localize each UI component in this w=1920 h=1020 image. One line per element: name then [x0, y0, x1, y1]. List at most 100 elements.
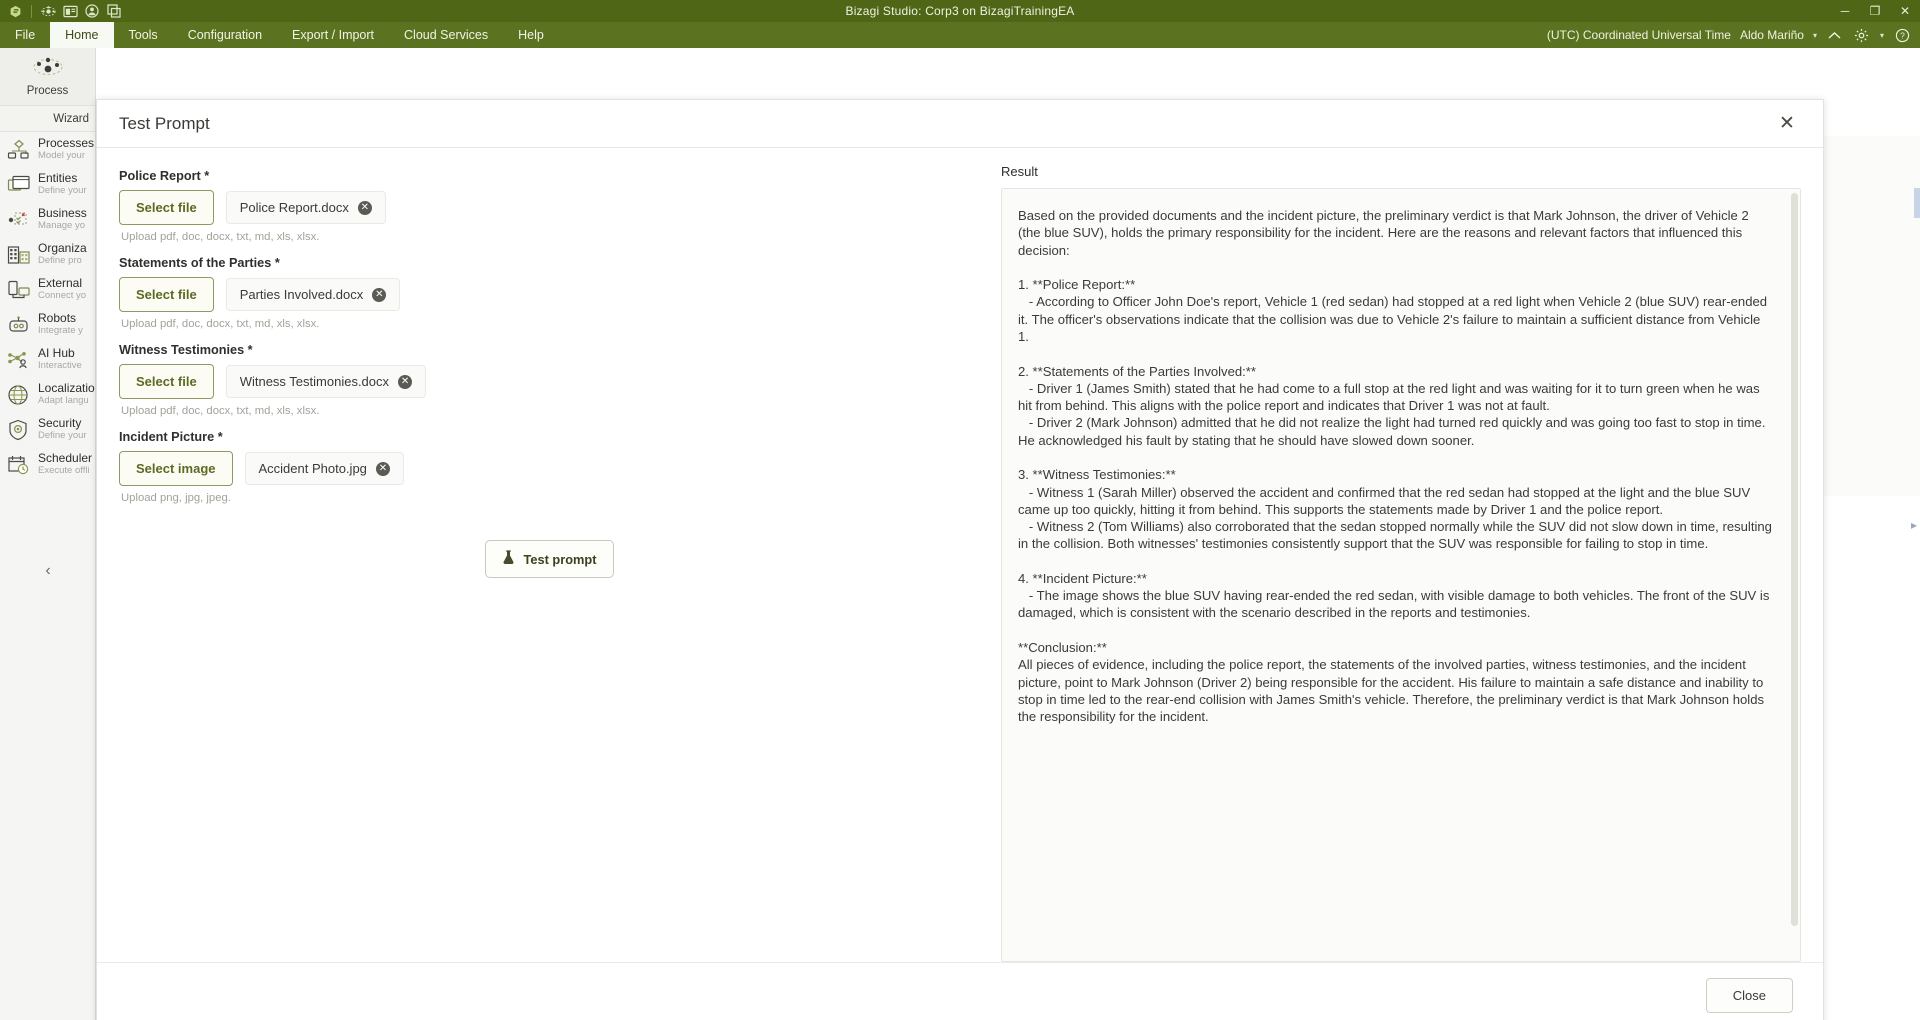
file-chip-witness: Witness Testimonies.docx ✕ [225, 365, 427, 398]
collapse-ribbon-icon[interactable] [1826, 26, 1844, 44]
sidebar-item-security[interactable]: Security Define your [0, 412, 95, 447]
remove-file-icon[interactable]: ✕ [357, 200, 372, 215]
user-icon[interactable] [82, 2, 102, 20]
select-file-button-witness[interactable]: Select file [119, 364, 214, 399]
upload-form-column: Police Report * Select file Police Repor… [119, 164, 979, 962]
menu-bar: File Home Tools Configuration Export / I… [0, 22, 1920, 48]
title-bar: Bizagi Studio: Corp3 on BizagiTrainingEA… [0, 0, 1920, 22]
sidebar-item-subtitle: Model your [38, 149, 85, 161]
timezone-label: (UTC) Coordinated Universal Time [1546, 28, 1731, 42]
file-chip-incident-picture: Accident Photo.jpg ✕ [244, 452, 404, 485]
flask-icon [502, 550, 515, 568]
collapse-sidebar-button[interactable]: ‹ [0, 556, 96, 586]
close-icon[interactable]: ✕ [1773, 110, 1801, 138]
scroll-indicator-icon[interactable]: ▸ [1911, 518, 1917, 532]
menu-item-file[interactable]: File [0, 22, 50, 48]
layout-icon[interactable] [104, 2, 124, 20]
dialog-title: Test Prompt [119, 113, 210, 133]
file-name: Witness Testimonies.docx [239, 374, 390, 389]
menu-bar-right: (UTC) Coordinated Universal Time Aldo Ma… [1547, 22, 1920, 48]
minimize-button[interactable]: ─ [1830, 0, 1860, 22]
sidebar-item-external-systems[interactable]: External Connect yo [0, 272, 95, 307]
file-chip-statements: Parties Involved.docx ✕ [225, 278, 401, 311]
sidebar-item-robots[interactable]: Robots Integrate y [0, 307, 95, 342]
field-hint: Upload png, jpg, jpeg. [121, 492, 231, 504]
menu-item-tools[interactable]: Tools [114, 22, 173, 48]
field-row: Select file Witness Testimonies.docx ✕ [119, 364, 979, 399]
rail-header[interactable]: Process [0, 48, 95, 106]
field-statements-of-the-parties: Statements of the Parties * Select file … [119, 256, 979, 330]
sidebar-item-text: External Connect yo [38, 277, 86, 301]
field-incident-picture: Incident Picture * Select image Accident… [119, 430, 979, 504]
close-button[interactable]: ✕ [1890, 0, 1920, 22]
sidebar-item-text: Processes Model your [38, 137, 94, 161]
remove-file-icon[interactable]: ✕ [372, 287, 387, 302]
sidebar-item-organization[interactable]: Organiza Define pro [0, 237, 95, 272]
menu-item-help[interactable]: Help [503, 22, 559, 48]
result-scrollbar[interactable] [1791, 193, 1798, 957]
sidebar-item-title: AI Hub [38, 347, 75, 361]
sidebar-item-localization[interactable]: Localizatio Adapt langu [0, 377, 95, 412]
sidebar-item-processes[interactable]: Processes Model your [0, 132, 95, 167]
application-body: ▸ Process Wizard Processes Model your En… [0, 48, 1920, 1020]
sidebar-item-title: Scheduler [38, 452, 93, 466]
result-box[interactable]: Based on the provided documents and the … [1001, 188, 1801, 962]
menu-item-export-import[interactable]: Export / Import [277, 22, 389, 48]
window-title: Bizagi Studio: Corp3 on BizagiTrainingEA [845, 4, 1075, 18]
shield-icon [6, 417, 32, 443]
sidebar-item-entities[interactable]: Entities Define your [0, 167, 95, 202]
dialog-body: Police Report * Select file Police Repor… [97, 148, 1823, 962]
select-image-button-incident-picture[interactable]: Select image [119, 451, 233, 486]
left-navigation-rail: Process Wizard Processes Model your Enti… [0, 48, 96, 1020]
user-name-label[interactable]: Aldo Mariño [1740, 28, 1804, 42]
sidebar-item-text: Robots Integrate y [38, 312, 83, 336]
sidebar-item-text: Localizatio Adapt langu [38, 382, 95, 406]
field-label: Incident Picture * [119, 430, 223, 444]
process-icon[interactable] [38, 2, 58, 20]
sidebar-item-scheduler[interactable]: Scheduler Execute offli [0, 447, 95, 482]
sidebar-item-subtitle: Execute offli [38, 464, 90, 476]
field-row: Select image Accident Photo.jpg ✕ [119, 451, 979, 486]
result-text: Based on the provided documents and the … [1018, 208, 1772, 725]
field-hint: Upload pdf, doc, docx, txt, md, xls, xls… [121, 231, 320, 243]
sidebar-item-subtitle: Adapt langu [38, 394, 89, 406]
test-prompt-row: Test prompt [119, 540, 979, 578]
menu-item-cloud-services[interactable]: Cloud Services [389, 22, 503, 48]
remove-file-icon[interactable]: ✕ [375, 461, 390, 476]
sidebar-item-business-rules[interactable]: Business Manage yo [0, 202, 95, 237]
select-file-button-statements[interactable]: Select file [119, 277, 214, 312]
test-prompt-button[interactable]: Test prompt [484, 540, 614, 578]
form-icon[interactable] [60, 2, 80, 20]
help-circle-icon[interactable]: ? [1893, 26, 1911, 44]
menu-item-configuration[interactable]: Configuration [173, 22, 277, 48]
scheduler-calendar-icon [6, 452, 32, 478]
sidebar-item-text: Entities Define your [38, 172, 87, 196]
select-file-button-police-report[interactable]: Select file [119, 190, 214, 225]
external-systems-icon [6, 277, 32, 303]
sidebar-item-title: Security [38, 417, 82, 431]
sidebar-item-text: AI Hub Interactive [38, 347, 82, 371]
remove-file-icon[interactable]: ✕ [398, 374, 413, 389]
rail-wizard-label[interactable]: Wizard [0, 106, 95, 132]
window-controls: ─ ❐ ✕ [1830, 0, 1920, 22]
field-hint: Upload pdf, doc, docx, txt, md, xls, xls… [121, 405, 320, 417]
bizagi-logo-icon[interactable] [5, 2, 25, 20]
sidebar-item-text: Security Define your [38, 417, 87, 441]
field-row: Select file Parties Involved.docx ✕ [119, 277, 979, 312]
sidebar-item-title: Business [38, 207, 87, 221]
sidebar-item-ai-hub[interactable]: AI Hub Interactive [0, 342, 95, 377]
rail-header-label: Process [26, 85, 69, 97]
gear-icon[interactable] [1853, 26, 1871, 44]
gear-chevron-down-icon[interactable]: ▾ [1880, 31, 1884, 40]
sidebar-item-subtitle: Manage yo [38, 219, 86, 231]
restore-button[interactable]: ❐ [1860, 0, 1890, 22]
test-prompt-dialog: Test Prompt ✕ Police Report * Select fil… [96, 99, 1824, 1020]
sidebar-item-text: Organiza Define pro [38, 242, 87, 266]
result-scrollbar-thumb[interactable] [1791, 193, 1798, 927]
chevron-down-icon[interactable]: ▾ [1813, 31, 1817, 40]
menu-item-home[interactable]: Home [50, 22, 114, 48]
sidebar-item-title: Organiza [38, 242, 87, 256]
localization-icon [6, 382, 32, 408]
close-button[interactable]: Close [1705, 978, 1793, 1013]
sidebar-item-text: Scheduler Execute offli [38, 452, 92, 476]
